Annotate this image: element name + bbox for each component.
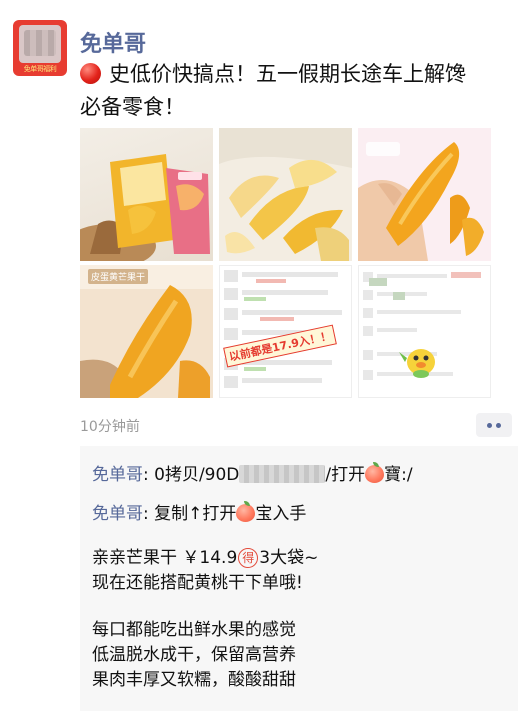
comment-text: : 复制↑打开 (143, 504, 237, 524)
avatar-tag-text: 免单哥福利 (23, 65, 57, 73)
post-time: 10分钟前 (80, 419, 140, 435)
title-line-2: 必备零食！ (80, 95, 185, 119)
comment-text: 寶:/ (384, 465, 413, 485)
blurred-code (239, 465, 326, 483)
more-actions-button[interactable] (476, 413, 512, 437)
peach-icon (365, 462, 385, 483)
avatar[interactable]: 免单哥福利 (13, 20, 67, 76)
body-line-text: 3大袋~ (259, 548, 319, 568)
peach-icon (236, 501, 256, 522)
photo-chat-mascot[interactable] (358, 265, 491, 398)
body-line: 现在还能搭配黄桃干下单哦! (92, 573, 303, 593)
comment-item[interactable]: 免单哥: 复制↑打开 宝入手 (92, 499, 306, 524)
comment-author[interactable]: 免单哥 (92, 504, 143, 524)
photo-overlay-label: 皮蛋黄芒果干 (88, 269, 149, 284)
avatar-blurred-face (24, 30, 56, 56)
more-dots-icon (487, 422, 492, 428)
photo-hand-mango[interactable] (358, 128, 491, 261)
body-line: 果肉丰厚又软糯，酸酸甜甜 (92, 670, 296, 690)
body-line-text: 亲亲芒果干 ￥14.9 (92, 548, 238, 568)
comment-text: /打开 (325, 465, 366, 485)
comment-author[interactable]: 免单哥 (92, 465, 143, 485)
photo-mango-bags[interactable] (80, 128, 213, 261)
title-line-1: 史低价快搞点！五一假期长途车上解馋 (109, 62, 466, 86)
photo-mango-closeup[interactable]: 皮蛋黄芒果干 (80, 265, 213, 398)
more-dots-icon (496, 422, 501, 428)
post-title: 史低价快搞点！五一假期长途车上解馋 必备零食！ (80, 58, 510, 124)
comment-text: 宝入手 (255, 504, 307, 524)
photo-grid: 皮蛋黄芒果干 以前都是17.9入！！ (80, 128, 492, 398)
circled-char: 得 (238, 548, 259, 568)
comment-text: : 0拷贝/90D (143, 465, 240, 485)
photo-mango-plate[interactable] (219, 128, 352, 261)
comments-section: 免单哥: 0拷贝/90D/打开 寶:/ 免单哥: 复制↑打开 宝入手 亲亲芒果干 ￥… (80, 446, 518, 711)
body-line: 低温脱水成干，保留高营养 (92, 645, 296, 665)
comment-item[interactable]: 免单哥: 0拷贝/90D/打开 寶:/ (92, 460, 413, 485)
red-circle-icon (80, 63, 101, 84)
moments-post: 免单哥福利 免单哥 史低价快搞点！五一假期长途车上解馋 必备零食！ 皮蛋黄芒果干… (0, 0, 529, 711)
comment-body-text: 亲亲芒果干 ￥14.9 得 3大袋~ 现在还能搭配黄桃干下单哦! 每口都能吃出鲜水果… (92, 546, 318, 693)
photo-chat-screenshot[interactable]: 以前都是17.9入！！ (219, 265, 352, 398)
body-line: 亲亲芒果干 ￥14.9 得 3大袋~ (92, 546, 318, 571)
body-line: 每口都能吃出鲜水果的感觉 (92, 620, 296, 640)
post-username[interactable]: 免单哥 (80, 26, 146, 58)
